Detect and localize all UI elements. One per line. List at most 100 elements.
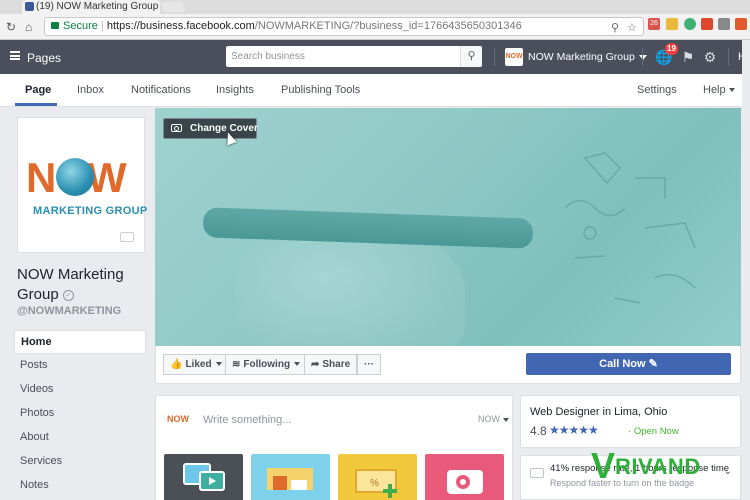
more-button[interactable]: ···	[357, 354, 381, 375]
profile-logo: NOW MARKETING GROUP	[22, 122, 147, 248]
globe-logo-icon	[56, 158, 94, 196]
logo-subtext: MARKETING GROUP	[33, 205, 148, 217]
event-icon	[267, 468, 313, 490]
active-tab-indicator	[15, 103, 57, 106]
extension-orange-icon[interactable]	[735, 18, 747, 30]
change-cover-button[interactable]: Change Cover	[163, 118, 258, 139]
photo-video-icon	[183, 463, 225, 491]
response-hint-text: Respond faster to turn on the badge	[550, 478, 695, 488]
menu-icon[interactable]	[10, 51, 20, 60]
tab-help-label: Help	[703, 84, 726, 96]
scroll-edge	[742, 40, 750, 500]
search-box: ⚲	[226, 46, 482, 67]
camera-icon	[447, 470, 483, 494]
reload-icon[interactable]: ↻	[6, 20, 16, 34]
open-status: · Open Now	[628, 426, 679, 437]
extension-icon[interactable]	[666, 18, 678, 30]
following-button[interactable]: ≋ Following	[225, 354, 308, 375]
left-nav: Home Posts Videos Photos About Services …	[14, 330, 146, 498]
browser-tab-title: (19) NOW Marketing Group - F	[36, 1, 160, 12]
gear-icon[interactable]: ⚙	[702, 49, 718, 65]
verified-check-icon: ✓	[62, 289, 74, 301]
watermark-text: RIVAND	[615, 454, 701, 479]
nav-item-photos[interactable]: Photos	[14, 402, 146, 426]
tab-page[interactable]: Page	[25, 84, 51, 96]
nav-item-about[interactable]: About	[14, 426, 146, 450]
extension-gray-icon[interactable]	[718, 18, 730, 30]
business-info-card: Web Designer in Lima, Ohio 4.8 ★★★★★ · O…	[520, 395, 741, 448]
page-switcher-avatar: NOW	[505, 48, 523, 66]
bookmark-star-icon[interactable]: ☆	[627, 20, 637, 35]
tab-help[interactable]: Help	[703, 84, 735, 96]
calendar-extension-icon[interactable]: 26	[648, 18, 660, 30]
thumbs-up-icon: 👍	[170, 359, 183, 370]
event-tile[interactable]	[251, 454, 330, 500]
page-switcher-label: NOW Marketing Group	[528, 51, 635, 63]
tab-notifications[interactable]: Notifications	[131, 84, 191, 96]
rating-value: 4.8	[530, 424, 547, 438]
liked-button[interactable]: 👍 Liked	[163, 354, 229, 375]
url-host: https://business.facebook.com	[106, 20, 255, 32]
composer-input[interactable]: Write something...	[203, 414, 291, 426]
camera-icon	[171, 124, 182, 132]
facebook-top-bar: Pages ⚲ NOWNOW Marketing Group 🌐 ⚑ ⚙ He	[0, 40, 750, 74]
nav-item-posts[interactable]: Posts	[14, 354, 146, 378]
chevron-down-icon	[294, 362, 301, 367]
post-composer: NOW Write something... NOW %	[155, 395, 513, 500]
grammarly-extension-icon[interactable]	[684, 18, 696, 30]
watermark-v: V	[591, 445, 616, 486]
page-switcher[interactable]: NOW NOW Marketing Group	[505, 48, 647, 66]
facebook-favicon-icon	[25, 2, 34, 11]
whiteboard-sketch	[564, 152, 696, 304]
search-icon[interactable]: ⚲	[460, 46, 482, 67]
nav-item-home[interactable]: Home	[14, 330, 146, 354]
rss-icon: ≋	[232, 359, 241, 370]
chevron-down-icon	[215, 362, 222, 367]
photo-video-tile[interactable]	[164, 454, 243, 500]
page-username[interactable]: @NOWMARKETING	[17, 305, 121, 317]
pages-label[interactable]: Pages	[27, 51, 61, 65]
camera-icon[interactable]	[120, 232, 134, 242]
chevron-down-icon	[503, 417, 509, 422]
svg-text:%: %	[370, 478, 379, 489]
cover-photo	[155, 108, 741, 346]
business-category[interactable]: Web Designer in Lima, Ohio	[530, 406, 667, 418]
divider	[642, 48, 643, 66]
open-status-label: Open Now	[633, 426, 679, 437]
tab-publishing-tools[interactable]: Publishing Tools	[281, 84, 360, 96]
offer-icon: %	[355, 469, 397, 498]
zoom-icon[interactable]: ⚲	[611, 20, 619, 35]
divider	[494, 48, 495, 66]
search-input[interactable]	[226, 46, 456, 67]
new-tab-button[interactable]	[160, 2, 186, 12]
tab-settings[interactable]: Settings	[637, 84, 677, 96]
notification-badge: 19	[665, 43, 678, 55]
profile-picture[interactable]: NOW MARKETING GROUP	[17, 117, 147, 253]
pencil-icon: ✎	[648, 358, 658, 370]
call-now-button[interactable]: Call Now ✎	[526, 353, 731, 375]
extension-red-icon[interactable]	[701, 18, 713, 30]
offer-tile[interactable]: %	[338, 454, 417, 500]
tab-insights[interactable]: Insights	[216, 84, 254, 96]
chevron-down-icon	[728, 88, 735, 93]
flag-icon[interactable]: ⚑	[680, 49, 696, 65]
tab-inbox[interactable]: Inbox	[77, 84, 104, 96]
browser-tab[interactable]: (19) NOW Marketing Group - F	[22, 0, 160, 14]
audience-selector[interactable]: NOW	[478, 414, 509, 424]
nav-item-videos[interactable]: Videos	[14, 378, 146, 402]
share-button[interactable]: ➦ Share	[304, 354, 358, 375]
address-bar: ↻ ⌂ Secure | https://business.facebook.c…	[0, 14, 750, 40]
message-icon	[530, 468, 544, 478]
chevron-down-icon[interactable]: ⌄	[724, 466, 732, 477]
nav-item-notes[interactable]: Notes	[14, 474, 146, 498]
url-field[interactable]: Secure | https://business.facebook.com/N…	[44, 17, 644, 36]
video-tile[interactable]	[425, 454, 504, 500]
change-cover-label: Change Cover	[190, 123, 258, 134]
page-title: NOW Marketing Group ✓	[17, 265, 147, 305]
nav-item-services[interactable]: Services	[14, 450, 146, 474]
rating-stars[interactable]: ★★★★★	[549, 423, 599, 437]
liked-label: Liked	[185, 359, 212, 370]
home-icon[interactable]: ⌂	[25, 20, 32, 34]
browser-tab-bar: (19) NOW Marketing Group - F	[0, 0, 750, 14]
divider	[728, 48, 729, 66]
